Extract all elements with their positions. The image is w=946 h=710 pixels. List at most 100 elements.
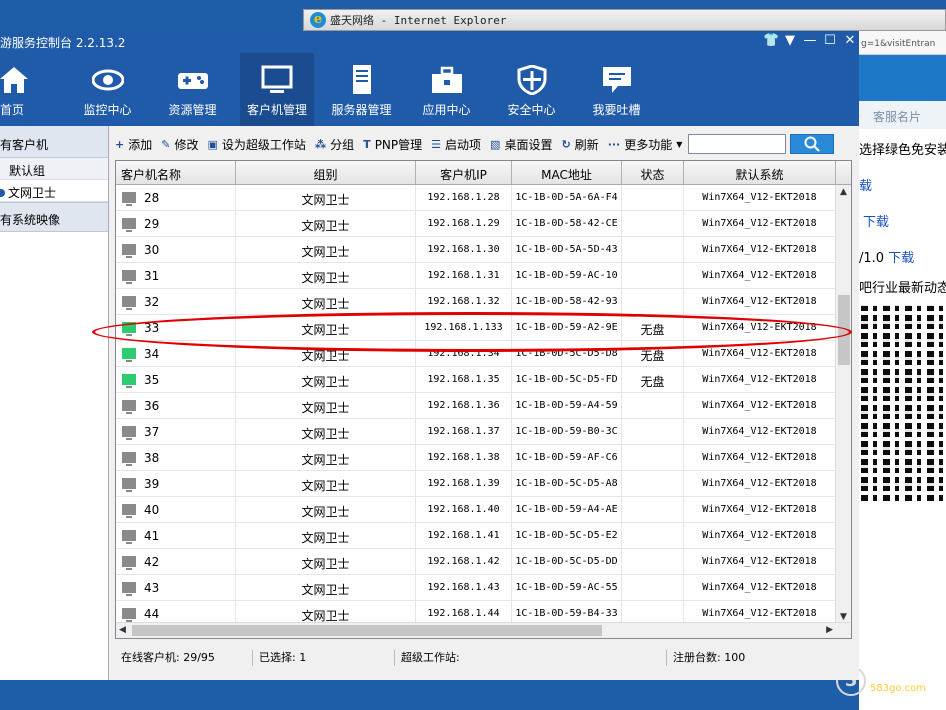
sidebar-all-clients[interactable]: 有客户机	[0, 126, 108, 158]
cell-default-os: Win7X64_V12-EKT2018	[684, 315, 836, 340]
scroll-up-icon[interactable]: ▲	[840, 187, 847, 197]
computer-icon	[122, 270, 136, 284]
horizontal-scrollbar[interactable]: ◀ ▶	[116, 622, 851, 638]
more-functions-button[interactable]: ··· 更多功能 ▼	[608, 136, 683, 153]
refresh-button-label: 刷新	[574, 137, 599, 152]
vertical-scrollbar[interactable]: ▲ ▼	[835, 185, 851, 624]
scroll-down-icon[interactable]: ▼	[840, 612, 847, 622]
main-nav: 首页 监控中心 资源管理 客户机管理 服务器管理 应用中心 安全中心 我要吐槽	[0, 53, 859, 126]
startup-button-label: 启动项	[445, 137, 482, 152]
nav-label: 首页	[0, 103, 25, 117]
scroll-right-icon[interactable]: ▶	[826, 625, 833, 635]
group-button[interactable]: ⁂ 分组	[315, 136, 354, 153]
nav-apps[interactable]: 应用中心	[409, 53, 484, 126]
nav-security[interactable]: 安全中心	[494, 53, 569, 126]
sidebar-item-default-group[interactable]: 默认组	[0, 158, 108, 180]
table-row[interactable]: 28 文网卫士 192.168.1.28 1C-1B-0D-5A-6A-F4 Win7X…	[116, 185, 851, 211]
nav-label: 资源管理	[168, 103, 217, 117]
eye-icon	[91, 65, 124, 95]
computer-icon	[122, 556, 136, 570]
cell-ip: 192.168.1.37	[416, 419, 512, 444]
horizontal-scroll-thumb[interactable]	[132, 625, 602, 636]
cell-mac: 1C-1B-0D-59-A4-59	[512, 393, 622, 418]
ie-version-line: /1.0 下载	[859, 237, 946, 273]
minimize-icon[interactable]: —	[803, 33, 817, 48]
nav-label: 应用中心	[422, 103, 471, 117]
cell-ip: 192.168.1.43	[416, 575, 512, 600]
maximize-icon[interactable]: ☐	[823, 33, 837, 48]
desktop-settings-button[interactable]: ▧ 桌面设置	[490, 136, 552, 153]
table-row[interactable]: 42 文网卫士 192.168.1.42 1C-1B-0D-5C-D5-DD Win7X…	[116, 549, 851, 575]
table-row[interactable]: 35 文网卫士 192.168.1.35 1C-1B-0D-5C-D5-FD 无盘 Win…	[116, 367, 851, 393]
cell-client-name: 42	[116, 549, 236, 574]
col-status[interactable]: 状态	[622, 161, 684, 184]
computer-icon	[122, 374, 136, 388]
ie-header-bar	[859, 55, 946, 101]
nav-clients[interactable]: 客户机管理	[240, 53, 314, 126]
group-icon: ⁂	[314, 137, 327, 151]
table-row[interactable]: 34 文网卫士 192.168.1.34 1C-1B-0D-5C-D5-D8 无盘 Win…	[116, 341, 851, 367]
table-row[interactable]: 38 文网卫士 192.168.1.38 1C-1B-0D-59-AF-C6 Win7X…	[116, 445, 851, 471]
app-titlebar: 游服务控制台 2.2.13.2 👕 ▼ — ☐ ✕	[0, 31, 859, 53]
menu-dropdown-icon[interactable]: ▼	[783, 33, 797, 48]
computer-icon	[122, 582, 136, 596]
nav-resources[interactable]: 资源管理	[155, 53, 230, 126]
cell-default-os: Win7X64_V12-EKT2018	[684, 549, 836, 574]
app-title: 游服务控制台 2.2.13.2	[0, 36, 126, 50]
col-ip[interactable]: 客户机IP	[416, 161, 512, 184]
close-icon[interactable]: ✕	[843, 33, 857, 48]
cell-mac: 1C-1B-0D-5C-D5-A8	[512, 471, 622, 496]
nav-servers[interactable]: 服务器管理	[324, 53, 399, 126]
ie-download-link2[interactable]: 下载	[859, 201, 946, 237]
search-input[interactable]	[688, 134, 787, 154]
selected-dot-icon	[0, 188, 5, 197]
cell-mac: 1C-1B-0D-59-B0-3C	[512, 419, 622, 444]
computer-icon	[122, 478, 136, 492]
pnp-button[interactable]: T PNP管理	[363, 136, 422, 153]
table-row[interactable]: 41 文网卫士 192.168.1.41 1C-1B-0D-5C-D5-E2 Win7X…	[116, 523, 851, 549]
client-name: 43	[144, 580, 160, 595]
cell-group: 文网卫士	[236, 575, 416, 600]
nav-monitor[interactable]: 监控中心	[70, 53, 145, 126]
cell-mac: 1C-1B-0D-59-AC-55	[512, 575, 622, 600]
sidebar-item-wenwang[interactable]: 文网卫士	[0, 180, 108, 202]
refresh-button[interactable]: ↻ 刷新	[561, 136, 598, 153]
add-button[interactable]: + 添加	[115, 136, 152, 153]
cell-default-os: Win7X64_V12-EKT2018	[684, 237, 836, 262]
main-panel: + 添加 ✎ 修改 ▣ 设为超级工作站 ⁂ 分组 T PNP管理 ☰ 启动项 ▧ 桌面设置 ↻…	[115, 132, 855, 680]
scroll-left-icon[interactable]: ◀	[119, 625, 126, 635]
sidebar-all-images[interactable]: 有系统映像	[0, 202, 108, 232]
computer-icon	[122, 192, 136, 206]
table-row[interactable]: 40 文网卫士 192.168.1.40 1C-1B-0D-59-A4-AE Win7X…	[116, 497, 851, 523]
table-row[interactable]: 43 文网卫士 192.168.1.43 1C-1B-0D-59-AC-55 Win7X…	[116, 575, 851, 601]
ie-news-line[interactable]: 吧行业最新动态	[859, 273, 946, 297]
table-row[interactable]: 37 文网卫士 192.168.1.37 1C-1B-0D-59-B0-3C Win7X…	[116, 419, 851, 445]
cell-default-os: Win7X64_V12-EKT2018	[684, 445, 836, 470]
skin-icon[interactable]: 👕	[763, 33, 779, 48]
ie-url-fragment[interactable]: g=1&visitEntran	[859, 31, 946, 55]
col-group[interactable]: 组别	[236, 161, 416, 184]
pnp-icon: T	[363, 137, 371, 151]
vertical-scroll-thumb[interactable]	[838, 295, 850, 365]
set-super-workstation-button[interactable]: ▣ 设为超级工作站	[207, 136, 305, 153]
edit-button[interactable]: ✎ 修改	[161, 136, 198, 153]
nav-home[interactable]: 首页	[0, 53, 30, 126]
table-row[interactable]: 29 文网卫士 192.168.1.29 1C-1B-0D-58-42-CE Win7X…	[116, 211, 851, 237]
status-bar: 在线客户机: 29/95 已选择: 1 超级工作站: 注册台数: 100	[115, 646, 852, 670]
cell-default-os: Win7X64_V12-EKT2018	[684, 341, 836, 366]
col-client-name[interactable]: 客户机名称	[116, 161, 236, 184]
nav-feedback[interactable]: 我要吐槽	[579, 53, 654, 126]
col-default-os[interactable]: 默认系统	[684, 161, 836, 184]
table-row[interactable]: 33 文网卫士 192.168.1.133 1C-1B-0D-59-A2-9E 无盘 Wi…	[116, 315, 851, 341]
table-row[interactable]: 32 文网卫士 192.168.1.32 1C-1B-0D-58-42-93 Win7X…	[116, 289, 851, 315]
startup-button[interactable]: ☰ 启动项	[431, 136, 481, 153]
search-button[interactable]	[790, 134, 835, 154]
table-row[interactable]: 36 文网卫士 192.168.1.36 1C-1B-0D-59-A4-59 Win7X…	[116, 393, 851, 419]
table-row[interactable]: 31 文网卫士 192.168.1.31 1C-1B-0D-59-AC-10 Win7X…	[116, 263, 851, 289]
ie-card-label[interactable]: 客服名片	[859, 101, 946, 129]
ie-download-link1[interactable]: 载	[859, 165, 946, 201]
col-mac[interactable]: MAC地址	[512, 161, 622, 184]
table-row[interactable]: 39 文网卫士 192.168.1.39 1C-1B-0D-5C-D5-A8 Win7X…	[116, 471, 851, 497]
ie-download-link3[interactable]: 下载	[888, 251, 914, 266]
table-row[interactable]: 30 文网卫士 192.168.1.30 1C-1B-0D-5A-5D-43 Win7X…	[116, 237, 851, 263]
